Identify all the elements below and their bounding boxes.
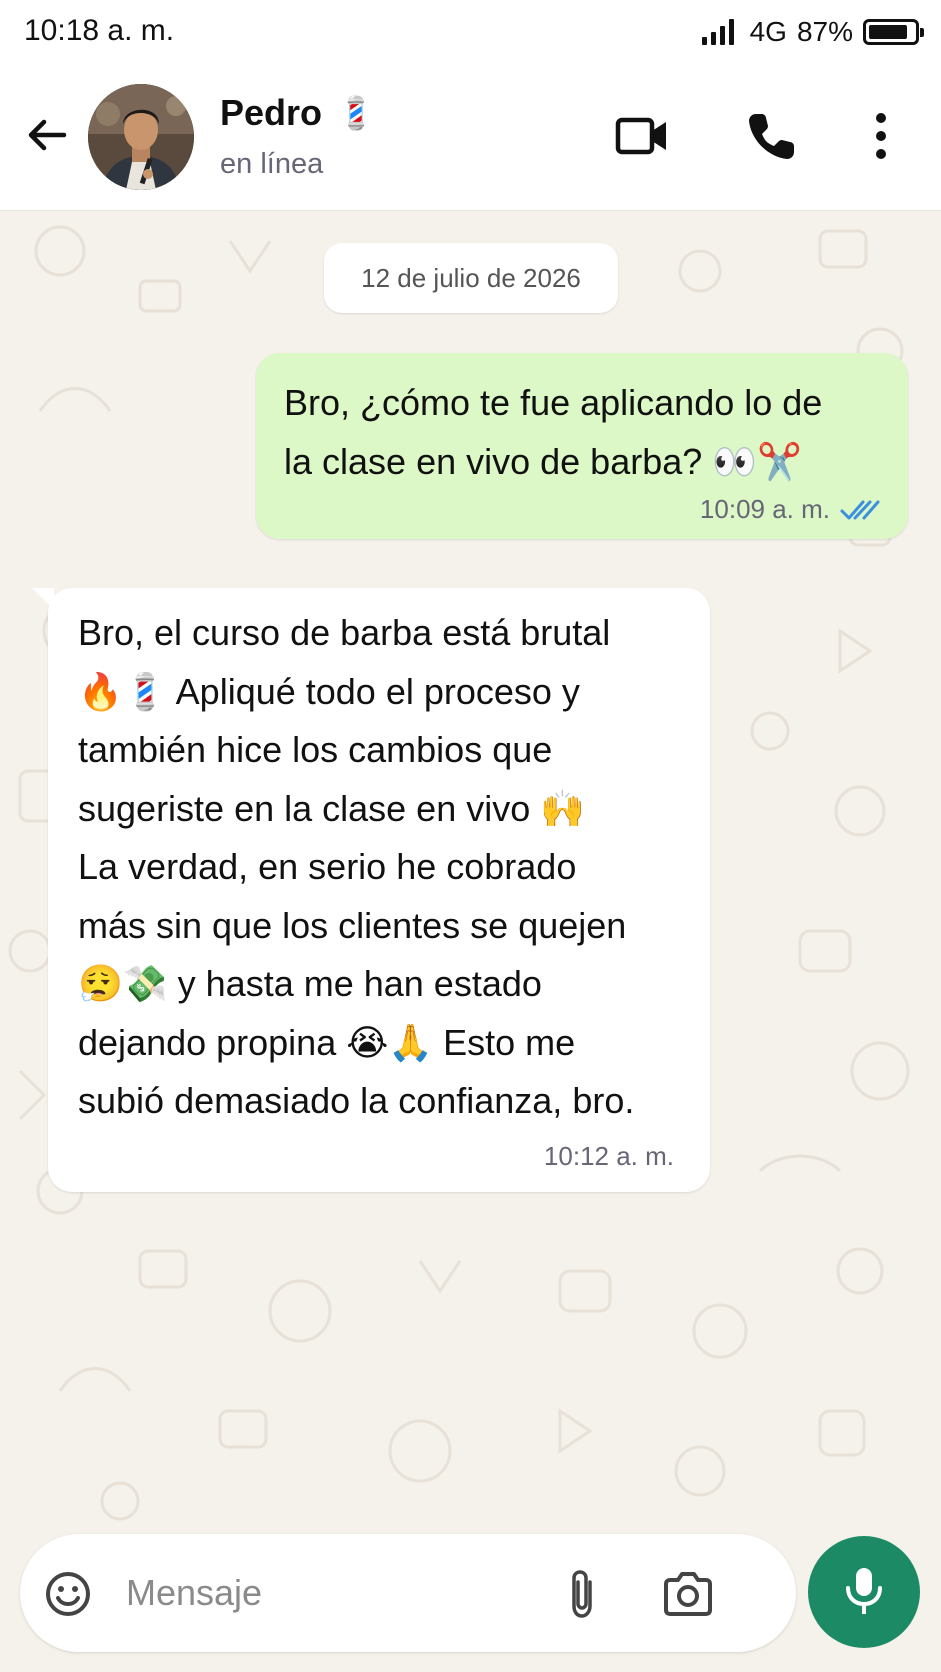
- message-incoming[interactable]: Bro, el curso de barba está brutal 🔥💈 Ap…: [32, 588, 710, 1192]
- chat-area[interactable]: 12 de julio de 2026 Bro, ¿cómo te fue ap…: [0, 211, 941, 1531]
- message-text: Bro, el curso de barba está brutal 🔥💈 Ap…: [78, 612, 635, 1121]
- battery-icon: [863, 19, 924, 45]
- avatar[interactable]: [88, 84, 194, 190]
- contact-name: Pedro: [220, 92, 323, 133]
- message-time: 10:12 a. m.: [543, 1141, 674, 1171]
- message-composer[interactable]: Mensaje: [20, 1534, 796, 1652]
- more-options-icon[interactable]: [856, 106, 906, 166]
- contact-name-emoji: 💈: [336, 95, 376, 131]
- phone-icon[interactable]: [742, 106, 802, 166]
- status-time: 10:18 a. m.: [24, 14, 175, 47]
- date-chip: 12 de julio de 2026: [324, 243, 618, 313]
- message-text: Bro, ¿cómo te fue aplicando lo de la cla…: [284, 382, 823, 482]
- battery-percent: 87%: [796, 16, 853, 47]
- message-time: 10:09 a. m.: [699, 494, 830, 524]
- attach-icon[interactable]: [562, 1568, 602, 1620]
- contact-name-row[interactable]: Pedro 💈: [220, 92, 376, 134]
- video-call-icon[interactable]: [612, 106, 672, 166]
- message-meta: 10:09 a. m.: [700, 494, 880, 525]
- message-outgoing[interactable]: Bro, ¿cómo te fue aplicando lo de la cla…: [256, 353, 908, 539]
- emoji-icon[interactable]: [44, 1570, 92, 1618]
- battery-level-fill: [869, 25, 907, 39]
- back-arrow-icon[interactable]: [22, 110, 72, 160]
- mic-icon: [846, 1568, 882, 1614]
- camera-icon[interactable]: [662, 1570, 714, 1618]
- message-meta: 10:12 a. m.: [544, 1141, 674, 1172]
- chat-header: Pedro 💈 en línea: [0, 66, 941, 211]
- read-ticks-icon: [840, 500, 880, 519]
- status-bar: 10:18 a. m. 4G 87%: [0, 0, 941, 66]
- status-indicators: 4G 87%: [701, 14, 924, 50]
- signal-bars-icon: [701, 19, 734, 45]
- voice-record-button[interactable]: [808, 1536, 920, 1648]
- contact-status: en línea: [220, 148, 324, 180]
- message-input[interactable]: Mensaje: [126, 1572, 262, 1614]
- network-type: 4G: [749, 16, 787, 47]
